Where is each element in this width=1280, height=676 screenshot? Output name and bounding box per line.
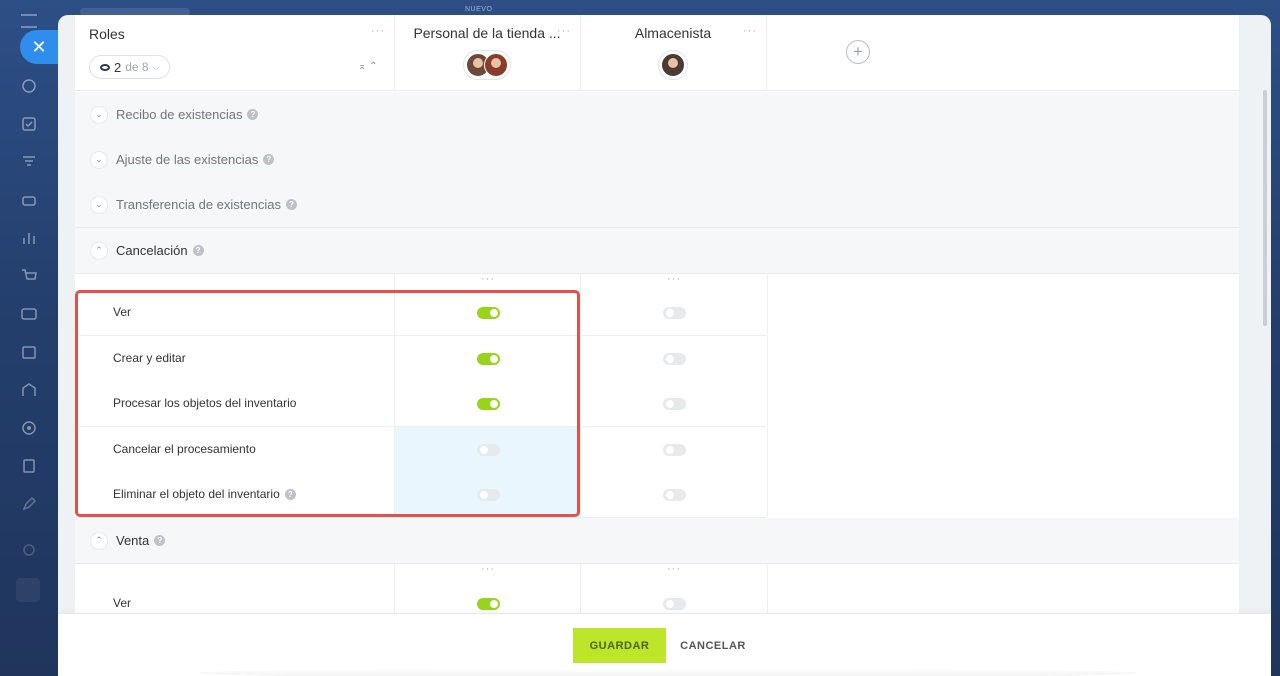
- permission-toggle[interactable]: [662, 597, 686, 610]
- filter-count: 2: [114, 59, 122, 75]
- document-icon[interactable]: [20, 457, 38, 475]
- highlight-frame: [75, 290, 580, 517]
- close-icon: ✕: [31, 36, 47, 57]
- section-row[interactable]: ⌄ Recibo de existencias?: [75, 92, 1239, 138]
- permission-toggle[interactable]: [662, 397, 686, 410]
- footer-shadow: [198, 668, 1138, 676]
- help-icon[interactable]: ?: [192, 245, 204, 256]
- plus-icon: +: [853, 42, 863, 61]
- column-more-icon[interactable]: ···: [481, 273, 495, 285]
- section-row[interactable]: ⌃ Cancelación?: [75, 228, 1239, 274]
- filter-total: de 8: [125, 60, 149, 74]
- permission-label: Ver: [113, 596, 132, 610]
- robot-icon[interactable]: [20, 191, 38, 209]
- vertical-scrollbar[interactable]: [1263, 90, 1267, 326]
- help-icon[interactable]: ?: [286, 199, 297, 210]
- roles-title: Roles: [89, 26, 125, 42]
- section-row[interactable]: ⌄ Transferencia de existencias?: [75, 182, 1239, 228]
- section-row[interactable]: ⌃ Venta?: [75, 518, 1239, 564]
- help-icon[interactable]: ?: [263, 154, 275, 165]
- card-icon[interactable]: [20, 305, 38, 323]
- crm-icon[interactable]: [20, 77, 38, 95]
- cart-icon[interactable]: [20, 267, 38, 285]
- permission-toggle[interactable]: [662, 306, 686, 319]
- role-more-icon[interactable]: ···: [557, 25, 571, 37]
- left-rail: ✕: [0, 0, 58, 676]
- roles-visibility-filter[interactable]: 2 de 8 ⌵: [89, 55, 171, 79]
- section-label: Recibo de existencias: [116, 107, 243, 122]
- analytics-icon[interactable]: [20, 229, 38, 247]
- roles-column-header: Roles ··· 2 de 8 ⌵ ⌅ ⌃: [75, 15, 395, 90]
- chevron-down-icon[interactable]: ⌄: [91, 151, 107, 168]
- permission-toggle[interactable]: [662, 443, 686, 456]
- role-name: Almacenista: [634, 25, 712, 41]
- collapse-expand-icon[interactable]: ⌅ ⌃: [358, 61, 378, 72]
- menu-icon[interactable]: [21, 14, 37, 28]
- funnel-icon[interactable]: [20, 153, 38, 171]
- role-members-avatars[interactable]: [463, 50, 511, 80]
- eye-icon: [100, 63, 110, 71]
- permission-toggle[interactable]: [476, 597, 500, 610]
- settings-icon[interactable]: [20, 541, 38, 559]
- help-icon[interactable]: ?: [247, 109, 259, 120]
- column-more-icon[interactable]: ···: [667, 273, 681, 285]
- section-label: Cancelación: [116, 243, 188, 258]
- role-column-header: Almacenista ···: [580, 15, 767, 90]
- target-icon[interactable]: [20, 419, 38, 437]
- add-role-button[interactable]: +: [846, 40, 870, 64]
- permissions-slider: Roles ··· 2 de 8 ⌵ ⌅ ⌃ Personal de la ti…: [58, 15, 1271, 676]
- permission-row: Ver: [75, 581, 768, 613]
- cancel-button[interactable]: CANCELAR: [678, 628, 748, 663]
- tasks-icon[interactable]: [20, 115, 38, 133]
- pencil-icon[interactable]: [20, 495, 38, 513]
- calendar-icon[interactable]: [20, 343, 38, 361]
- footer-bar: GUARDAR CANCELAR: [58, 614, 1271, 676]
- column-more-icon[interactable]: ···: [667, 563, 681, 575]
- section-label: Venta: [116, 533, 150, 548]
- role-members-avatars[interactable]: [658, 50, 688, 80]
- chevron-down-icon[interactable]: ⌄: [91, 106, 107, 123]
- chevron-down-icon: ⌵: [152, 61, 160, 72]
- nuevo-label: NUEVO: [465, 6, 493, 13]
- section-row[interactable]: ⌄ Ajuste de las existencias?: [75, 137, 1239, 183]
- section-label: Transferencia de existencias: [116, 197, 281, 212]
- column-more-icon[interactable]: ···: [481, 563, 495, 575]
- role-column-header: Personal de la tienda ... ···: [394, 15, 581, 90]
- save-button[interactable]: GUARDAR: [573, 628, 666, 663]
- role-name: Personal de la tienda ...: [413, 25, 561, 41]
- rail-placeholder: [16, 578, 40, 602]
- role-more-icon[interactable]: ···: [743, 25, 757, 37]
- chevron-up-icon[interactable]: ⌃: [91, 242, 107, 259]
- warehouse-icon[interactable]: [20, 381, 38, 399]
- table-header: Roles ··· 2 de 8 ⌵ ⌅ ⌃ Personal de la ti…: [75, 15, 1239, 91]
- help-icon[interactable]: ?: [154, 535, 166, 546]
- section-label: Ajuste de las existencias: [116, 152, 259, 167]
- permission-toggle[interactable]: [662, 352, 686, 365]
- chevron-up-icon[interactable]: ⌃: [91, 532, 107, 549]
- chevron-down-icon[interactable]: ⌄: [91, 196, 107, 213]
- permission-toggle[interactable]: [662, 488, 686, 501]
- close-slider-button[interactable]: ✕: [20, 30, 58, 64]
- avatar: [661, 53, 685, 77]
- avatar: [484, 53, 508, 77]
- roles-more-icon[interactable]: ···: [371, 25, 385, 37]
